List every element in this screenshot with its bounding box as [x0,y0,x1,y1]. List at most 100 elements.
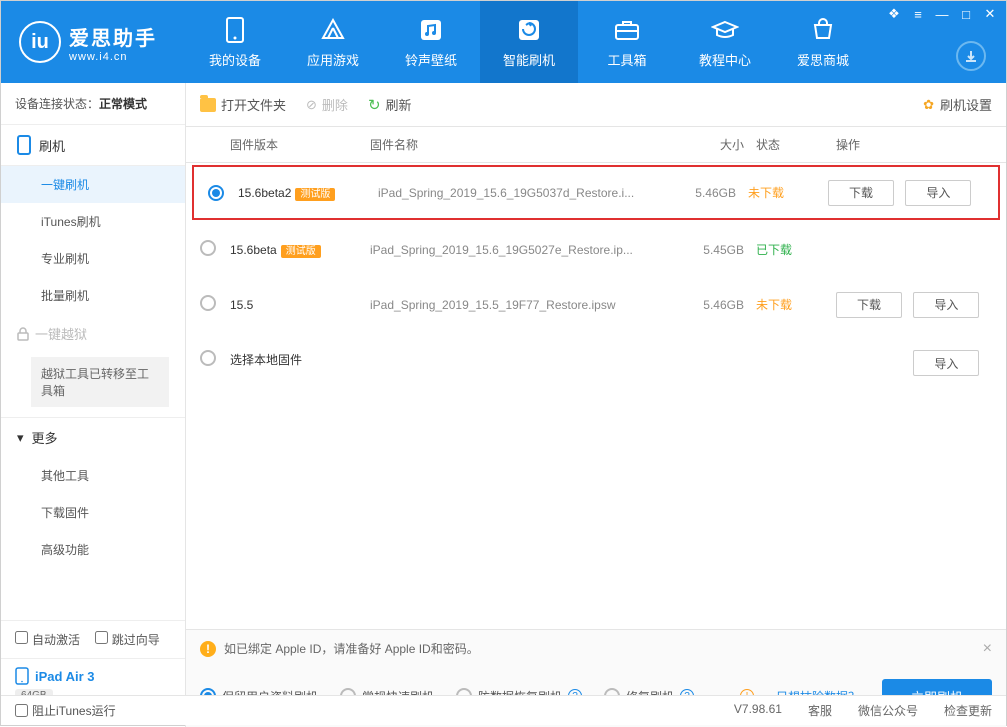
sidebar-item-advanced[interactable]: 高级功能 [1,531,185,568]
local-firmware-row[interactable]: 选择本地固件 导入 [186,332,1006,387]
auto-activate-checkbox[interactable]: 自动激活 [15,631,80,648]
checkbox-label: 跳过向导 [112,633,160,647]
list-icon[interactable]: ≡ [908,5,928,23]
logo-icon: iu [19,21,61,63]
folder-icon [200,98,216,112]
apps-icon [321,16,345,44]
button-label: 刷新 [386,95,412,114]
nav-tab-label: 我的设备 [209,50,261,69]
device-name[interactable]: iPad Air 3 [15,667,171,685]
firmware-version: 15.6beta2 [238,186,291,200]
warning-bar: ! 如已绑定 Apple ID，请准备好 Apple ID和密码。 × [186,630,1006,667]
sidebar-item-batch-flash[interactable]: 批量刷机 [1,277,185,314]
button-label: 删除 [322,95,348,114]
col-header-size: 大小 [682,136,756,153]
open-folder-button[interactable]: 打开文件夹 [200,95,286,114]
firmware-status: 未下载 [748,184,828,201]
radio-button[interactable] [200,295,216,311]
maximize-button[interactable]: □ [956,5,976,23]
nav-tab-tutorials[interactable]: 教程中心 [676,1,774,83]
status-link-update[interactable]: 检查更新 [944,702,992,719]
firmware-row[interactable]: 15.6beta 测试版 iPad_Spring_2019_15.6_19G502… [186,222,1006,277]
status-link-support[interactable]: 客服 [808,702,832,719]
lock-icon [17,327,29,341]
sidebar-item-download-firmware[interactable]: 下载固件 [1,494,185,531]
radio-button[interactable] [200,350,216,366]
gear-icon: ✿ [923,97,934,113]
close-warning-button[interactable]: × [983,640,992,658]
block-itunes-checkbox[interactable]: 阻止iTunes运行 [15,702,116,719]
nav-tab-toolbox[interactable]: 工具箱 [578,1,676,83]
firmware-row[interactable]: 15.5 iPad_Spring_2019_15.5_19F77_Restore… [186,277,1006,332]
col-header-status: 状态 [756,136,836,153]
nav-tab-label: 铃声壁纸 [405,50,457,69]
firmware-table: 15.6beta2 测试版 iPad_Spring_2019_15.6_19G50… [186,163,1006,629]
firmware-status: 未下载 [756,296,836,313]
nav-tab-device[interactable]: 我的设备 [186,1,284,83]
beta-badge: 测试版 [281,245,321,258]
conn-value: 正常模式 [99,97,147,111]
download-manager-button[interactable] [956,41,986,71]
firmware-row[interactable]: 15.6beta2 测试版 iPad_Spring_2019_15.6_19G50… [192,165,1000,220]
download-button[interactable]: 下载 [836,292,902,318]
download-button[interactable]: 下载 [828,180,894,206]
logo-title: 爱思助手 [69,22,157,51]
store-icon [811,16,835,44]
nav-tab-label: 智能刷机 [503,50,555,69]
status-bar: 阻止iTunes运行 V7.98.61 客服 微信公众号 检查更新 [1,695,1006,725]
import-button[interactable]: 导入 [913,292,979,318]
refresh-icon: ↻ [368,96,381,114]
minimize-button[interactable]: — [932,5,952,23]
firmware-size: 5.45GB [682,243,756,257]
skip-guide-checkbox[interactable]: 跳过向导 [95,631,160,648]
nav-tab-store[interactable]: 爱思商城 [774,1,872,83]
sidebar-options: 自动激活 跳过向导 [1,621,185,658]
warning-text: 如已绑定 Apple ID，请准备好 Apple ID和密码。 [224,640,479,657]
firmware-name: iPad_Spring_2019_15.5_19F77_Restore.ipsw [370,298,682,312]
col-header-version: 固件版本 [230,136,370,153]
beta-badge: 测试版 [295,188,335,201]
firmware-name: iPad_Spring_2019_15.6_19G5037d_Restore.i… [378,186,674,200]
radio-button[interactable] [208,185,224,201]
nav-tab-ringtones[interactable]: 铃声壁纸 [382,1,480,83]
button-label: 刷机设置 [940,95,992,114]
delete-button[interactable]: ⊘ 删除 [306,95,348,114]
conn-label: 设备连接状态： [15,97,99,111]
close-button[interactable]: ✕ [980,5,1000,23]
menu-icon[interactable]: ❖ [884,5,904,23]
sidebar-item-oneclick-flash[interactable]: 一键刷机 [1,166,185,203]
sidebar: 设备连接状态：正常模式 刷机 一键刷机 iTunes刷机 专业刷机 批量刷机 一… [1,83,186,727]
flash-settings-button[interactable]: ✿ 刷机设置 [923,95,992,114]
checkbox-label: 阻止iTunes运行 [32,702,116,719]
sidebar-section-flash[interactable]: 刷机 [1,125,185,166]
nav-tab-apps[interactable]: 应用游戏 [284,1,382,83]
col-header-name: 固件名称 [370,136,682,153]
nav-tab-label: 教程中心 [699,50,751,69]
status-link-wechat[interactable]: 微信公众号 [858,702,918,719]
sidebar-item-pro-flash[interactable]: 专业刷机 [1,240,185,277]
sidebar-section-jailbreak: 一键越狱 [1,314,185,353]
connection-status: 设备连接状态：正常模式 [1,83,185,125]
firmware-name: iPad_Spring_2019_15.6_19G5027e_Restore.i… [370,243,682,257]
import-button[interactable]: 导入 [905,180,971,206]
col-header-actions: 操作 [836,136,992,153]
refresh-button[interactable]: ↻ 刷新 [368,95,412,114]
nav-tab-flash[interactable]: 智能刷机 [480,1,578,83]
app-version: V7.98.61 [734,702,782,719]
sidebar-item-itunes-flash[interactable]: iTunes刷机 [1,203,185,240]
sidebar-section-more[interactable]: ▾ 更多 [1,417,185,457]
ringtone-icon [419,16,443,44]
local-firmware-label: 选择本地固件 [230,351,370,368]
radio-button[interactable] [200,240,216,256]
nav-tabs: 我的设备 应用游戏 铃声壁纸 智能刷机 工具箱 教程中心 爱思商城 [186,1,1006,83]
device-icon [226,16,244,44]
delete-icon: ⊘ [306,97,317,113]
firmware-version: 15.6beta [230,243,277,257]
tutorial-icon [711,16,739,44]
nav-tab-label: 应用游戏 [307,50,359,69]
import-button[interactable]: 导入 [913,350,979,376]
sidebar-item-other-tools[interactable]: 其他工具 [1,457,185,494]
table-header: 固件版本 固件名称 大小 状态 操作 [186,127,1006,163]
app-header: iu 爱思助手 www.i4.cn 我的设备 应用游戏 铃声壁纸 智能刷机 工具… [1,1,1006,83]
sidebar-section-label: 一键越狱 [35,324,87,343]
